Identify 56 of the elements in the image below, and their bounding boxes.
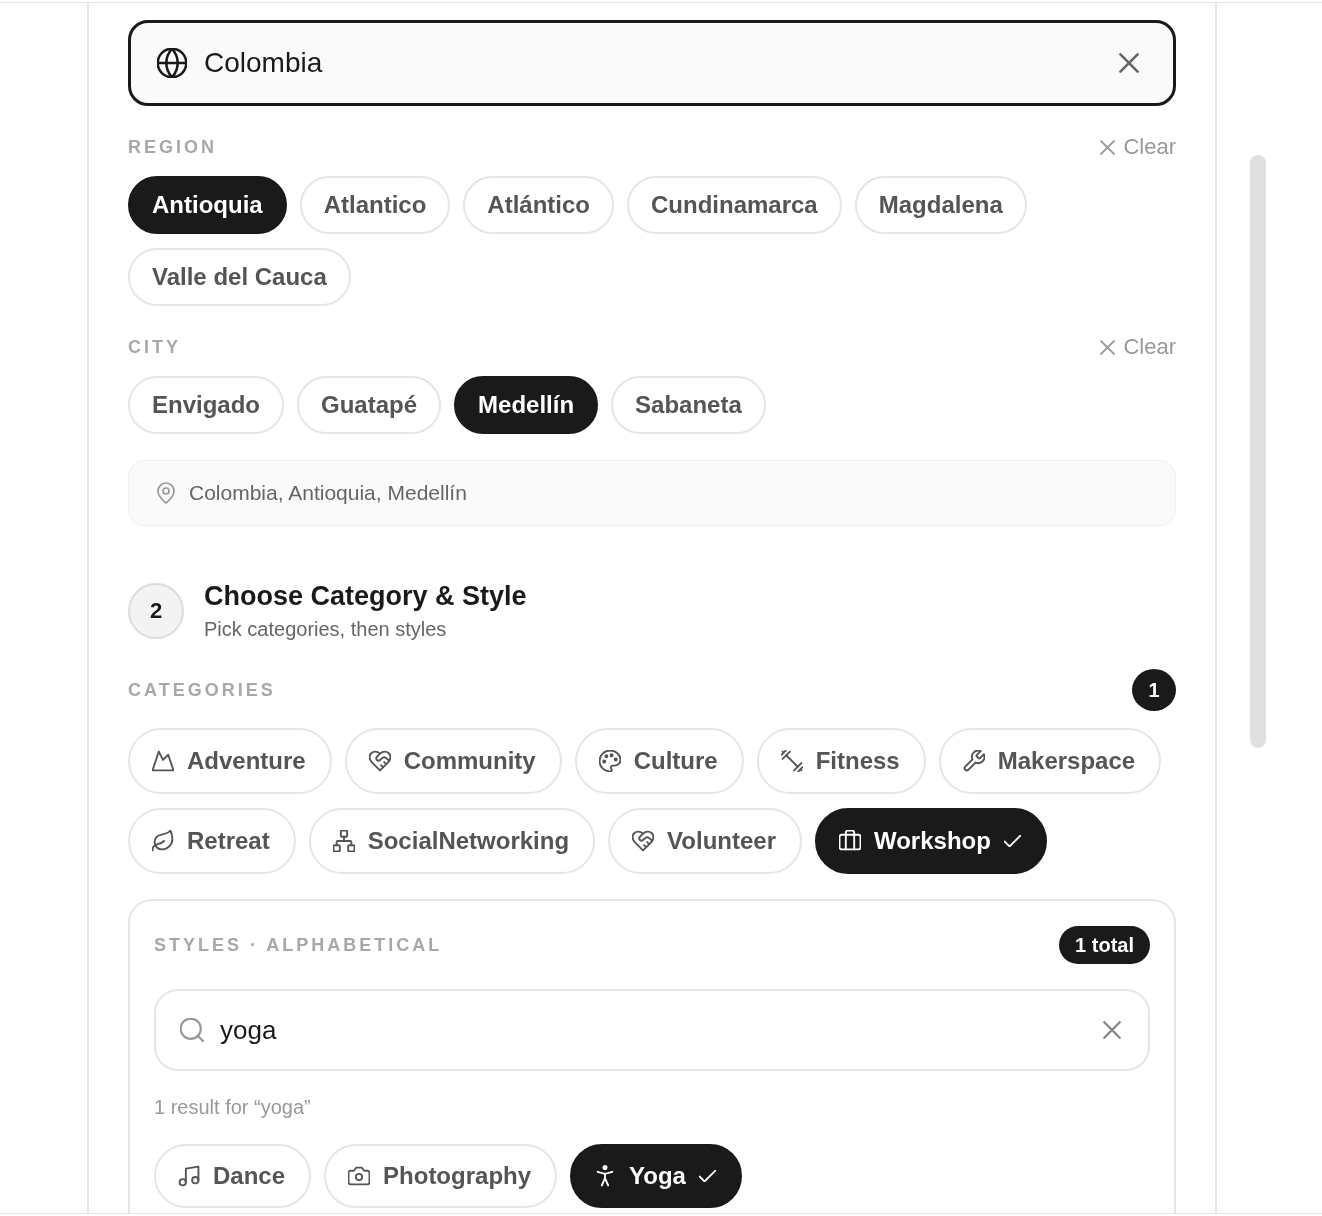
category-chip[interactable]: Fitness xyxy=(756,728,926,794)
section-label: REGION xyxy=(128,136,217,158)
style-chip[interactable]: Yoga xyxy=(570,1144,742,1208)
category-chip[interactable]: Community xyxy=(344,728,562,794)
check-icon xyxy=(1003,835,1021,847)
region-chip[interactable]: Cundinamarca xyxy=(627,176,842,234)
close-icon xyxy=(1100,139,1116,155)
heart-handshake-icon xyxy=(368,750,391,772)
mountain-icon xyxy=(152,750,174,772)
result-count-text: 1 result for “yoga” xyxy=(154,1095,312,1119)
category-chip[interactable]: SocialNetworking xyxy=(308,808,596,874)
region-chip[interactable]: Valle del Cauca xyxy=(128,248,351,306)
close-icon[interactable] xyxy=(1119,53,1139,73)
step-number: 2 xyxy=(128,583,184,639)
camera-icon xyxy=(348,1165,371,1187)
section-label: STYLES · ALPHABETICAL xyxy=(154,934,443,956)
network-icon xyxy=(332,830,355,852)
search-icon xyxy=(180,1018,204,1042)
category-chip[interactable]: Makerspace xyxy=(938,728,1162,794)
category-chip[interactable]: Adventure xyxy=(128,728,332,794)
category-chip[interactable]: Retreat xyxy=(128,808,296,874)
total-badge: 1 total xyxy=(1059,926,1150,964)
heart-handshake-icon xyxy=(632,830,655,852)
dumbbell-icon xyxy=(780,750,803,772)
location-text: Colombia, Antioquia, Medellín xyxy=(189,481,467,505)
style-chip[interactable]: Photography xyxy=(324,1144,558,1208)
category-chip[interactable]: Culture xyxy=(574,728,744,794)
country-field[interactable]: Colombia xyxy=(128,20,1176,106)
category-chip[interactable]: Workshop xyxy=(815,808,1047,874)
palette-icon xyxy=(598,750,621,772)
globe-icon xyxy=(157,48,187,78)
close-icon xyxy=(1100,339,1116,355)
region-chip[interactable]: Antioquia xyxy=(128,176,287,234)
category-chip[interactable]: Volunteer xyxy=(608,808,802,874)
check-icon xyxy=(698,1170,716,1182)
scrollbar-thumb[interactable] xyxy=(1250,155,1266,748)
region-chip[interactable]: Magdalena xyxy=(854,176,1027,234)
style-chip[interactable]: Dance xyxy=(154,1144,312,1208)
briefcase-icon xyxy=(839,830,861,852)
leaf-icon xyxy=(152,830,174,852)
search-field[interactable]: yoga xyxy=(154,989,1150,1071)
city-chip[interactable]: Guatapé xyxy=(297,376,442,434)
section-title: Choose Category & Style xyxy=(204,580,527,612)
section-subtitle: Pick categories, then styles xyxy=(204,617,448,642)
city-chip[interactable]: Medellín xyxy=(454,376,599,434)
close-icon[interactable] xyxy=(1103,1021,1121,1039)
map-pin-icon xyxy=(157,482,175,504)
music-note-icon xyxy=(178,1165,200,1187)
city-chip[interactable]: Sabaneta xyxy=(611,376,766,434)
region-chip[interactable]: Atlántico xyxy=(463,176,614,234)
section-label: CITY xyxy=(128,336,181,358)
region-chip[interactable]: Atlantico xyxy=(299,176,451,234)
city-chip[interactable]: Envigado xyxy=(128,376,284,434)
section-label: CATEGORIES xyxy=(128,679,276,701)
count-badge: 1 xyxy=(1132,669,1176,711)
wrench-icon xyxy=(962,750,985,772)
